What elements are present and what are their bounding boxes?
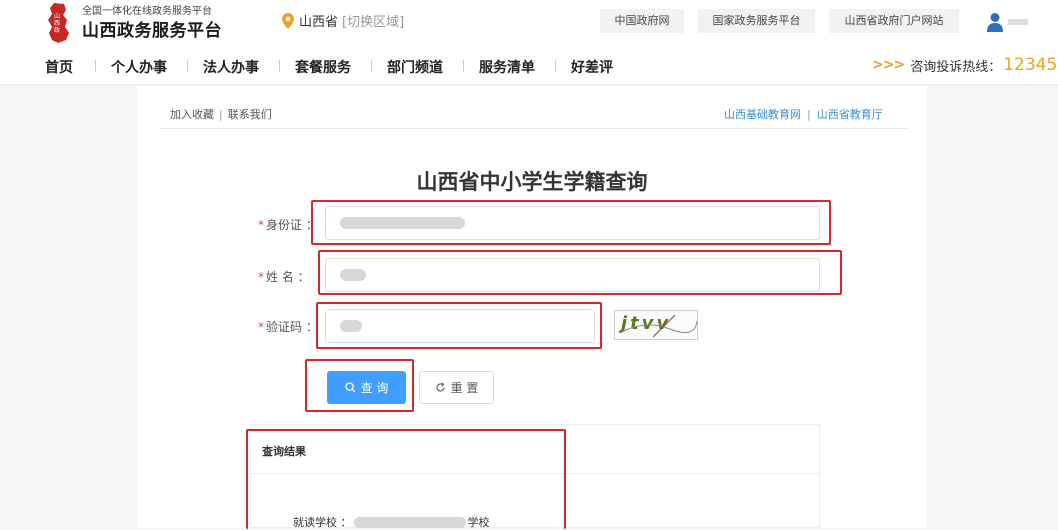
toplink-shanxi-portal[interactable]: 山西省政府门户网站 bbox=[829, 9, 959, 33]
hotline-number: 12345 bbox=[1003, 55, 1058, 75]
nav-divider bbox=[555, 60, 556, 72]
hotline: >>> 咨询投诉热线： 12345 bbox=[872, 55, 1057, 75]
nav-divider bbox=[463, 60, 464, 72]
page-title: 山西省中小学生学籍查询 bbox=[416, 170, 648, 194]
nav-divider bbox=[187, 60, 188, 72]
nav-rating[interactable]: 好差评 bbox=[571, 57, 613, 77]
location-selector[interactable]: 山西省 [切换区域] bbox=[282, 11, 404, 30]
captcha-label: * 验证码 ： bbox=[258, 320, 318, 334]
name-label: * 姓 名 ： bbox=[258, 270, 310, 284]
svg-text:山: 山 bbox=[54, 12, 60, 20]
basic-education-link[interactable]: 山西基础教育网 bbox=[724, 108, 801, 121]
toplink-national-platform[interactable]: 国家政务服务平台 bbox=[698, 9, 815, 33]
link-divider: | bbox=[219, 108, 223, 121]
highlight-box-captcha bbox=[316, 302, 602, 349]
nav-package-services[interactable]: 套餐服务 bbox=[295, 57, 351, 77]
reset-button[interactable]: 重 置 bbox=[419, 371, 494, 404]
link-divider: | bbox=[807, 108, 811, 121]
platform-subtitle: 全国一体化在线政务服务平台 bbox=[82, 6, 212, 17]
svg-text:西: 西 bbox=[54, 20, 60, 27]
divider bbox=[160, 128, 910, 129]
location-switch-link[interactable]: [切换区域] bbox=[342, 11, 404, 30]
location-name: 山西省 bbox=[299, 15, 339, 30]
shanxi-logo-icon[interactable]: 山 西 政 bbox=[44, 2, 74, 44]
nav-home[interactable]: 首页 bbox=[45, 57, 73, 77]
captcha-image[interactable]: jtvv bbox=[614, 310, 698, 340]
add-favorite-link[interactable]: 加入收藏 bbox=[170, 108, 214, 121]
hotline-arrows-icon: >>> bbox=[872, 57, 905, 73]
user-icon bbox=[987, 13, 1003, 32]
nav-departments[interactable]: 部门频道 bbox=[387, 57, 443, 77]
svg-text:政: 政 bbox=[54, 26, 60, 34]
contact-us-link[interactable]: 联系我们 bbox=[228, 108, 272, 121]
refresh-icon bbox=[435, 382, 445, 392]
nav-divider bbox=[95, 60, 96, 72]
nav-legal-entity[interactable]: 法人办事 bbox=[203, 57, 259, 77]
user-menu[interactable] bbox=[986, 12, 1028, 32]
related-sites: 山西基础教育网 | 山西省教育厅 bbox=[724, 106, 883, 122]
highlight-box-result bbox=[246, 429, 566, 529]
location-pin-icon bbox=[282, 12, 294, 29]
hotline-label: 咨询投诉热线： bbox=[910, 59, 1002, 75]
highlight-box-name bbox=[318, 250, 842, 295]
platform-title[interactable]: 山西政务服务平台 bbox=[82, 16, 222, 41]
top-bar: 山 西 政 全国一体化在线政务服务平台 山西政务服务平台 山西省 [切换区域] … bbox=[0, 0, 1058, 45]
main-nav: 首页 个人办事 法人办事 套餐服务 部门频道 服务清单 好差评 >>> 咨询投诉… bbox=[0, 45, 1058, 85]
education-dept-link[interactable]: 山西省教育厅 bbox=[817, 108, 883, 121]
quick-links: 加入收藏 | 联系我们 bbox=[170, 106, 272, 122]
toplink-gov-cn[interactable]: 中国政府网 bbox=[600, 9, 684, 33]
reset-button-label: 重 置 bbox=[450, 381, 479, 395]
nav-divider bbox=[279, 60, 280, 72]
user-name-redacted bbox=[1008, 19, 1028, 25]
highlight-box-id bbox=[311, 200, 831, 245]
nav-service-list[interactable]: 服务清单 bbox=[479, 57, 535, 77]
nav-personal[interactable]: 个人办事 bbox=[111, 57, 167, 77]
nav-divider bbox=[371, 60, 372, 72]
highlight-box-query bbox=[305, 359, 414, 412]
captcha-noise-icon bbox=[619, 314, 698, 338]
id-card-label: * 身份证 ： bbox=[258, 218, 318, 232]
